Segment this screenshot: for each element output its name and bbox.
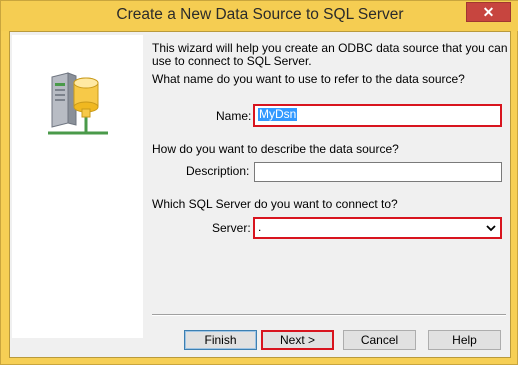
description-label: Description:	[186, 164, 250, 178]
wizard-image-panel	[12, 35, 143, 338]
server-question: Which SQL Server do you want to connect …	[152, 197, 398, 211]
name-input-value: MyDsn	[258, 107, 298, 121]
name-label: Name:	[216, 109, 252, 123]
database-server-icon	[48, 72, 108, 135]
next-button[interactable]: Next >	[261, 330, 334, 350]
button-separator	[152, 314, 506, 316]
dialog-window: Create a New Data Source to SQL Server ✕	[0, 0, 518, 365]
help-button[interactable]: Help	[428, 330, 501, 350]
server-select[interactable]: .	[253, 217, 502, 239]
close-button[interactable]: ✕	[466, 2, 511, 22]
close-icon: ✕	[482, 4, 495, 20]
description-input[interactable]	[254, 162, 502, 182]
server-select-value: .	[258, 220, 262, 234]
name-input[interactable]: MyDsn	[253, 104, 502, 127]
description-question: How do you want to describe the data sou…	[152, 142, 399, 156]
name-question: What name do you want to use to refer to…	[152, 72, 465, 86]
cancel-button[interactable]: Cancel	[343, 330, 416, 350]
dialog-client-area: This wizard will help you create an ODBC…	[9, 31, 511, 358]
chevron-down-icon[interactable]	[486, 222, 496, 234]
finish-button[interactable]: Finish	[184, 330, 257, 350]
window-title: Create a New Data Source to SQL Server	[116, 6, 404, 23]
intro-text: This wizard will help you create an ODBC…	[152, 41, 508, 68]
title-bar[interactable]: Create a New Data Source to SQL Server ✕	[1, 1, 518, 31]
server-label: Server:	[212, 221, 251, 235]
